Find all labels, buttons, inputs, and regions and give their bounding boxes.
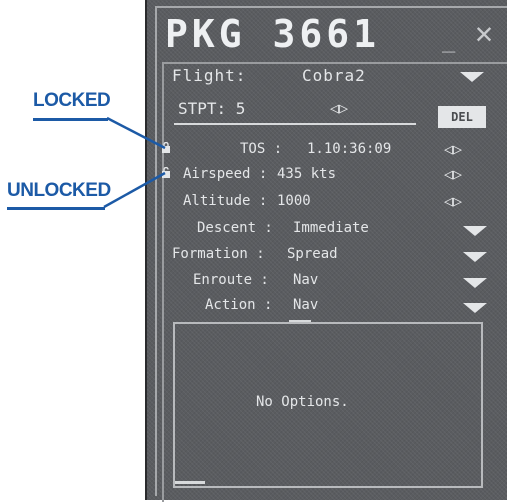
flight-dropdown-icon[interactable] [460, 72, 484, 82]
unlocked-callout-underline [7, 207, 105, 210]
enroute-value[interactable]: Nav [293, 272, 318, 288]
locked-callout-underline [33, 118, 108, 121]
close-button[interactable]: ✕ [475, 16, 493, 51]
delete-button[interactable]: DEL [438, 106, 486, 128]
formation-dropdown-icon[interactable] [463, 252, 487, 262]
flight-label: Flight: [172, 66, 247, 85]
descent-dropdown-icon[interactable] [463, 226, 487, 236]
no-options-text: No Options. [256, 394, 349, 410]
tos-value[interactable]: 1.10:36:09 [307, 141, 391, 157]
unlocked-lock-icon[interactable] [162, 167, 170, 178]
action-label: Action : [205, 297, 273, 313]
window-title: PKG 3661 [165, 12, 381, 56]
descent-value[interactable]: Immediate [293, 220, 369, 236]
tos-label: TOS : [240, 141, 283, 157]
unlocked-callout-label: UNLOCKED [7, 180, 111, 201]
flight-value[interactable]: Cobra2 [302, 66, 366, 85]
action-dropdown-icon[interactable] [463, 303, 487, 313]
airspeed-label: Airspeed : [183, 166, 268, 182]
formation-label: Formation : [172, 246, 265, 262]
altitude-value[interactable]: 1000 [277, 193, 311, 209]
formation-value[interactable]: Spread [287, 246, 338, 262]
airspeed-value[interactable]: 435 kts [277, 166, 336, 182]
stpt-underline [174, 123, 416, 125]
stpt-label: STPT: 5 [178, 99, 246, 118]
altitude-arrows-icon[interactable]: ◁▷ [444, 192, 462, 210]
locked-callout-label: LOCKED [33, 90, 111, 111]
minimize-button[interactable]: _ [442, 28, 455, 53]
descent-label: Descent : [197, 220, 273, 236]
locked-lock-icon[interactable] [162, 142, 170, 153]
airspeed-arrows-icon[interactable]: ◁▷ [444, 165, 462, 183]
enroute-dropdown-icon[interactable] [463, 278, 487, 288]
enroute-label: Enroute : [193, 272, 269, 288]
options-bottom-mark [175, 481, 205, 484]
action-value[interactable]: Nav [293, 297, 318, 313]
tos-arrows-icon[interactable]: ◁▷ [444, 140, 462, 158]
stpt-arrows-icon[interactable]: ◁▷ [330, 99, 348, 117]
altitude-label: Altitude : [183, 193, 268, 209]
